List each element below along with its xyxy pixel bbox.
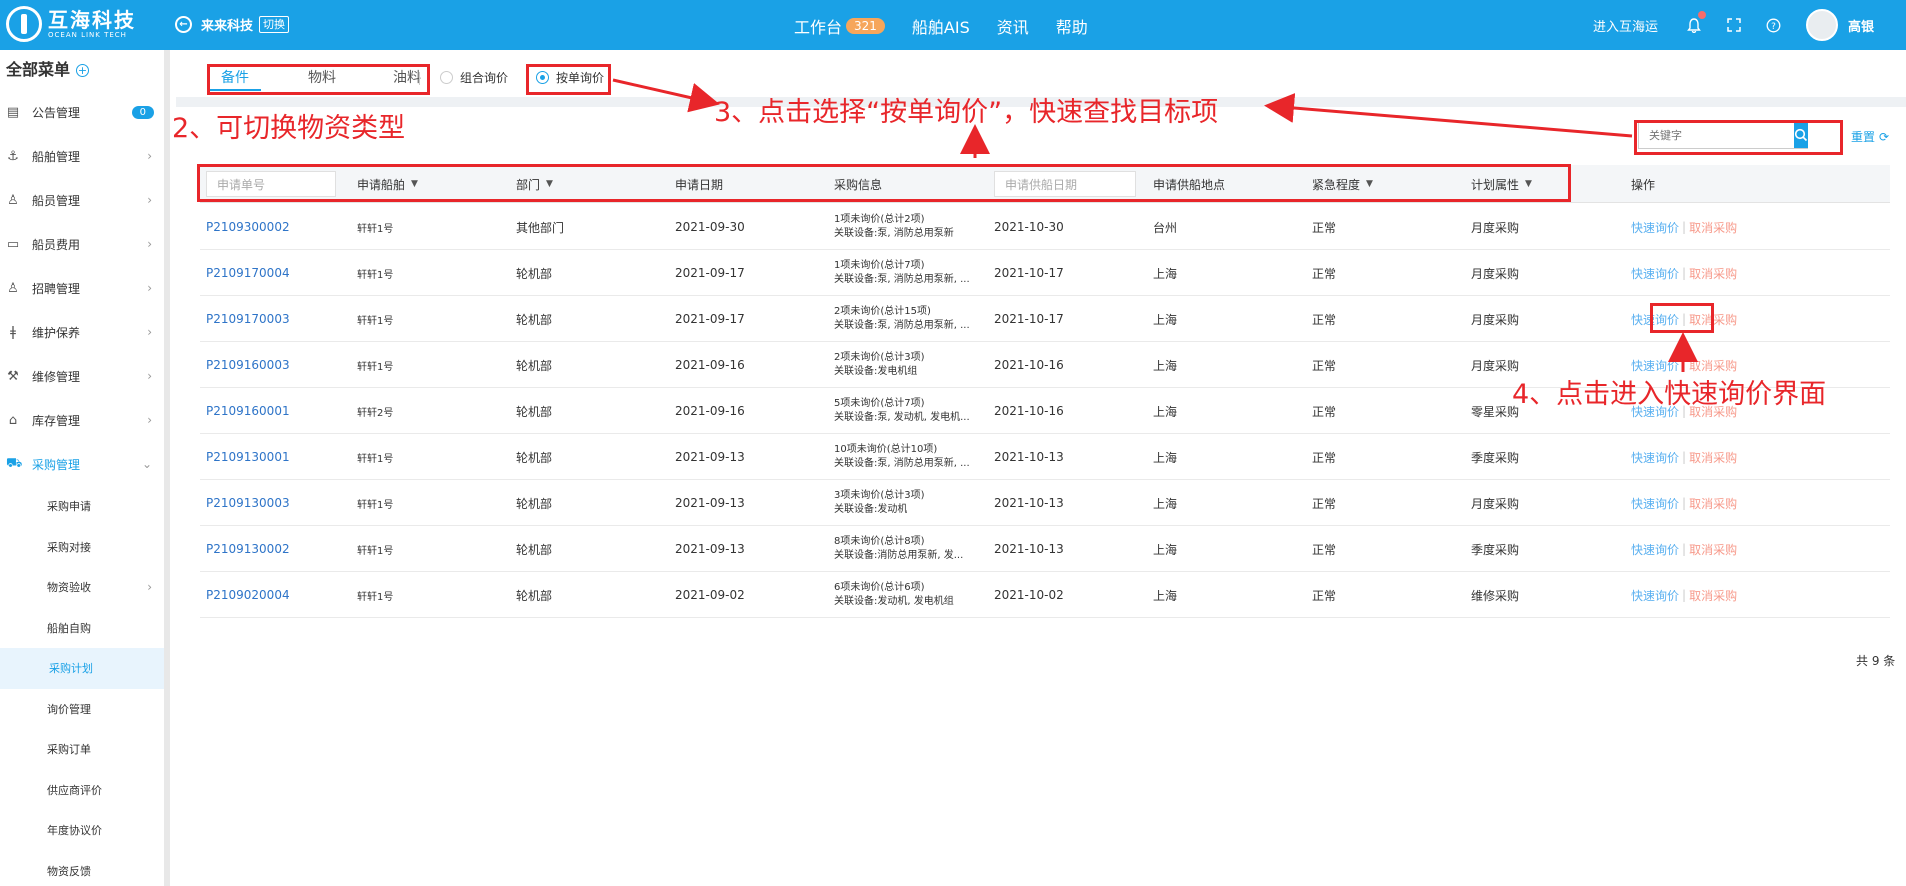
arrow-to-step-3	[612, 78, 720, 113]
annotation-arrows	[612, 78, 1698, 372]
arrow-from-search	[1264, 93, 1633, 138]
